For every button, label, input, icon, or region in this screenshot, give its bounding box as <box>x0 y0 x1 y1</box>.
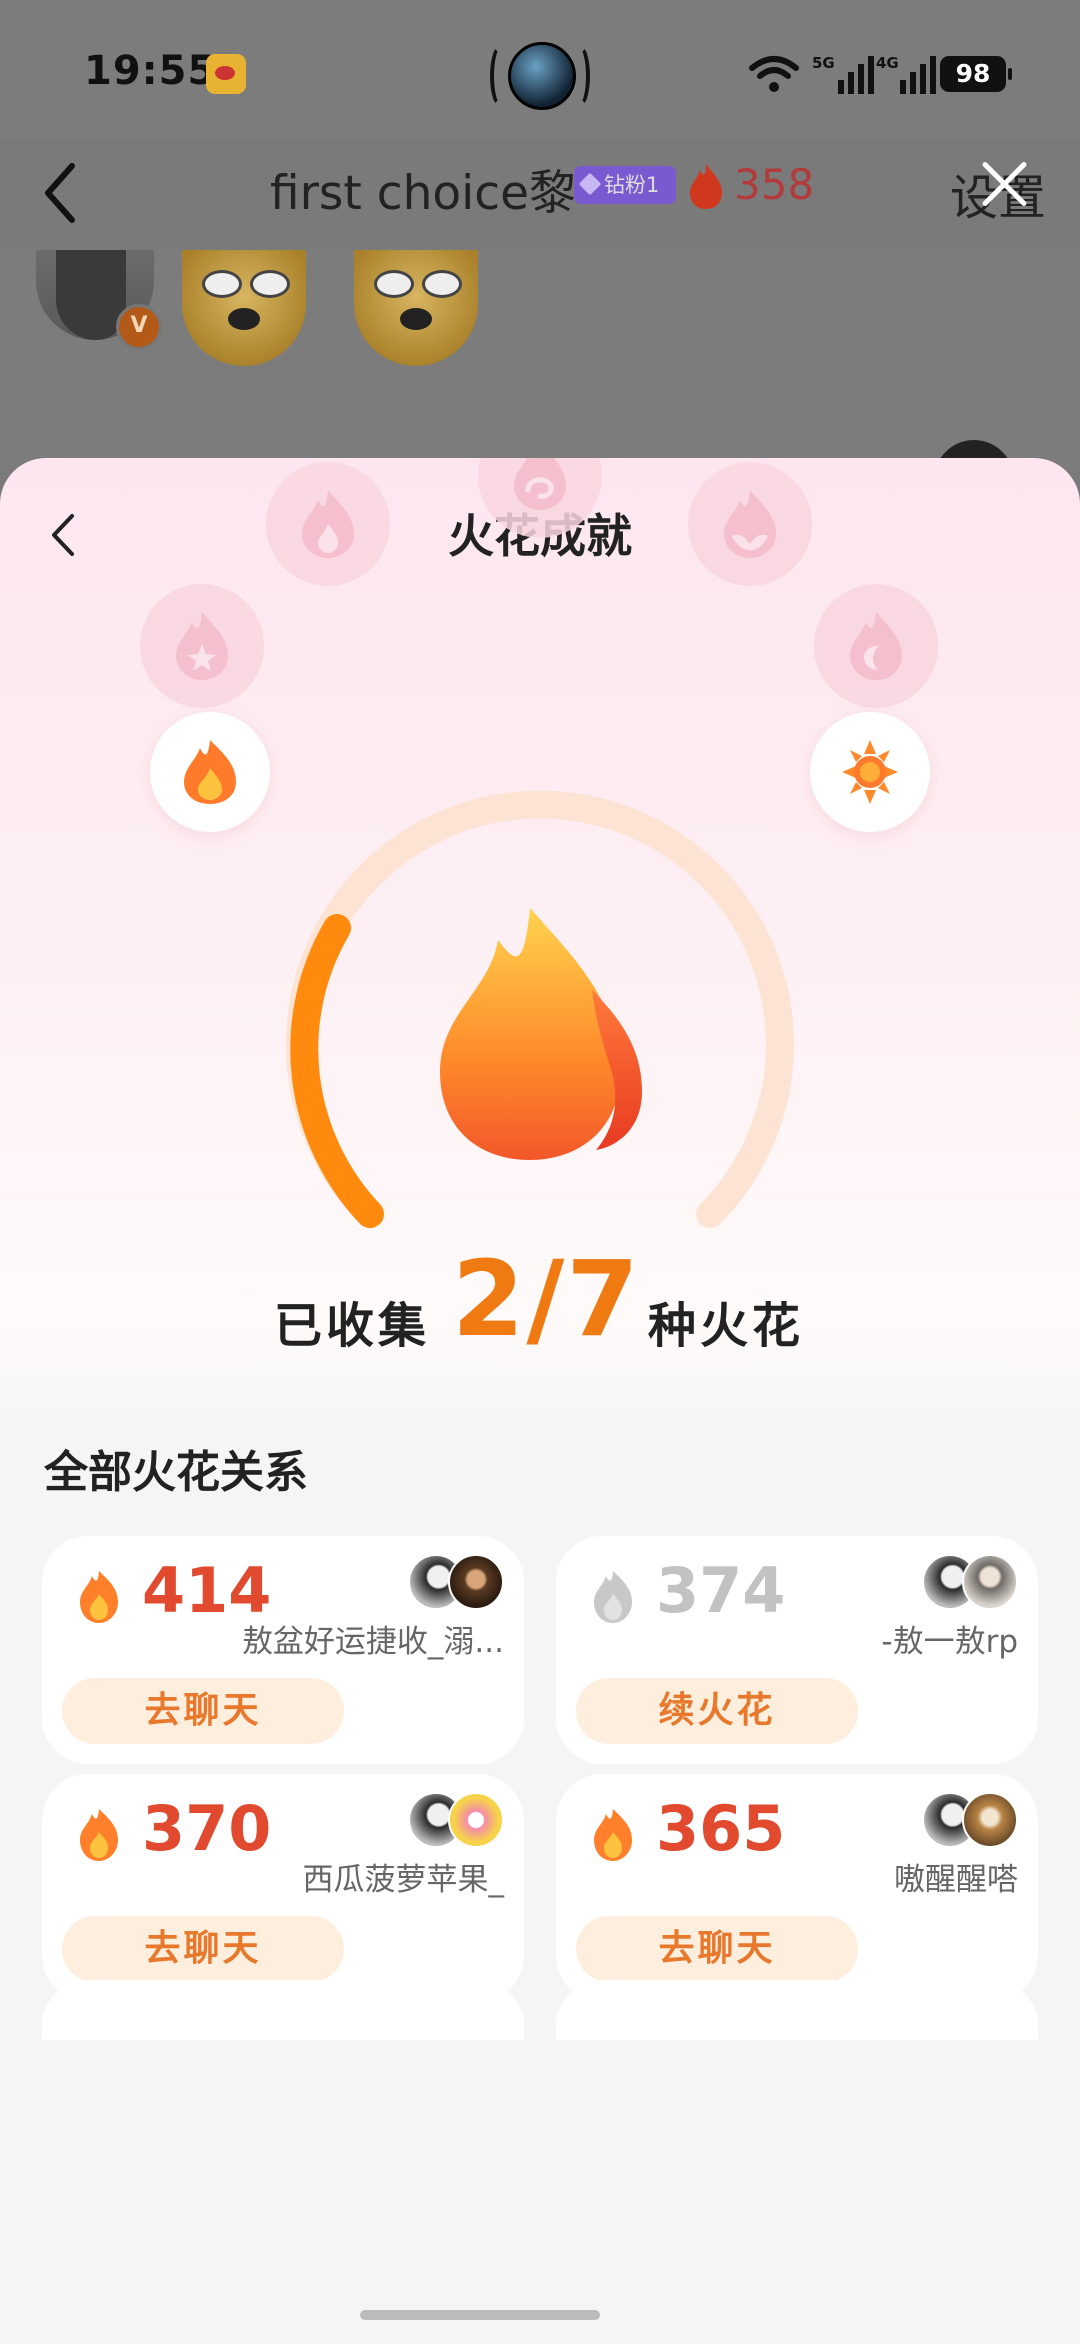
avatar <box>448 1792 504 1848</box>
collect-suffix: 种火花 <box>648 1298 805 1354</box>
spark-count: 358 <box>734 160 815 209</box>
chat-nav-bar: first choice黎 钻粉1 358 设置 <box>0 140 1080 250</box>
spark-relation-card[interactable]: 370 西瓜菠萝苹果_ 去聊天 <box>42 1774 524 2002</box>
section-title: 全部火花关系 <box>44 1447 308 1498</box>
member-avatars: V <box>0 250 1080 370</box>
avatar <box>448 1554 504 1610</box>
fire-icon <box>80 1809 118 1861</box>
wifi-icon <box>749 56 799 92</box>
collect-prefix: 已收集 <box>274 1298 431 1354</box>
main-flame-icon <box>440 908 642 1160</box>
collect-summary: 已收集 2/7 种火花 <box>0 1238 1080 1368</box>
avatar-pair <box>922 1554 1018 1610</box>
close-icon[interactable] <box>978 158 1030 210</box>
spark-score: 370 <box>142 1792 272 1865</box>
locked-star-flame-badge[interactable] <box>140 584 264 708</box>
locked-moon-flame-badge[interactable] <box>814 584 938 708</box>
avatar <box>962 1792 1018 1848</box>
fire-icon <box>594 1809 632 1861</box>
spark-relation-card[interactable]: 374 -敖一敖rp 续火花 <box>556 1536 1038 1764</box>
go-chat-button[interactable]: 去聊天 <box>62 1678 344 1744</box>
spark-relation-card[interactable]: 414 敖盆好运捷收_溺... 去聊天 <box>42 1536 524 1764</box>
collect-count: 2/7 <box>452 1238 641 1360</box>
go-chat-button[interactable]: 去聊天 <box>576 1916 858 1982</box>
collected-flame-badge[interactable] <box>150 712 270 832</box>
renew-spark-button[interactable]: 续火花 <box>576 1678 858 1744</box>
battery-icon: 98 <box>940 56 1012 92</box>
fire-icon <box>690 164 722 209</box>
star-flame-icon <box>176 612 228 680</box>
fan-level-badge: 钻粉1 <box>574 166 676 204</box>
avatar-pair <box>408 1554 504 1610</box>
spark-relation-card[interactable]: 365 嗷醒醒嗒 去聊天 <box>556 1774 1038 2002</box>
diamond-icon <box>578 172 602 196</box>
locked-leaf-flame-badge[interactable] <box>688 462 812 586</box>
locked-flame-badge[interactable] <box>266 462 390 586</box>
fire-icon <box>80 1571 118 1623</box>
spark-relation-card[interactable] <box>42 1980 524 2040</box>
avatar-pair <box>922 1792 1018 1848</box>
avatar-pair <box>408 1792 504 1848</box>
sun-flame-icon <box>842 740 898 804</box>
network-type-5g: 5G <box>812 54 835 72</box>
grey-fire-icon <box>594 1571 632 1623</box>
spark-achievement-sheet: 火花成就 <box>0 458 1080 2344</box>
small-flame-icon <box>184 740 236 804</box>
back-chevron-icon[interactable] <box>40 160 80 226</box>
chat-title: first choice黎 <box>270 166 576 221</box>
network-type-4g: 4G <box>876 54 899 72</box>
contact-name: -敖一敖rp <box>881 1624 1018 1660</box>
avatar <box>962 1554 1018 1610</box>
weibo-icon <box>206 54 246 94</box>
spark-score: 374 <box>656 1554 786 1627</box>
background-chat-screen: 19:55 5G 4G 98 first choice黎 钻粉1 358 设置 … <box>0 0 1080 480</box>
contact-name: 西瓜菠萝苹果_ <box>302 1862 505 1898</box>
doge-avatar[interactable] <box>354 250 478 366</box>
camera-icon <box>490 40 590 110</box>
contact-name: 嗷醒醒嗒 <box>894 1862 1018 1898</box>
collected-sun-flame-badge[interactable] <box>810 712 930 832</box>
swirl-flame-icon <box>514 458 566 510</box>
moon-flame-icon <box>850 612 902 680</box>
home-indicator[interactable] <box>360 2310 600 2320</box>
spark-score: 365 <box>656 1792 786 1865</box>
doge-avatar[interactable] <box>182 250 306 366</box>
contact-name: 敖盆好运捷收_溺... <box>241 1624 504 1660</box>
signal-icon: 4G <box>876 54 936 94</box>
status-time: 19:55 <box>84 48 217 94</box>
go-chat-button[interactable]: 去聊天 <box>62 1916 344 1982</box>
flame-icon <box>302 490 354 558</box>
spark-relation-card[interactable] <box>556 1980 1038 2040</box>
verified-v-icon: V <box>116 304 162 350</box>
status-bar: 19:55 5G 4G 98 <box>0 0 1080 140</box>
leaf-flame-icon <box>724 490 776 558</box>
signal-icon: 5G <box>812 54 874 94</box>
